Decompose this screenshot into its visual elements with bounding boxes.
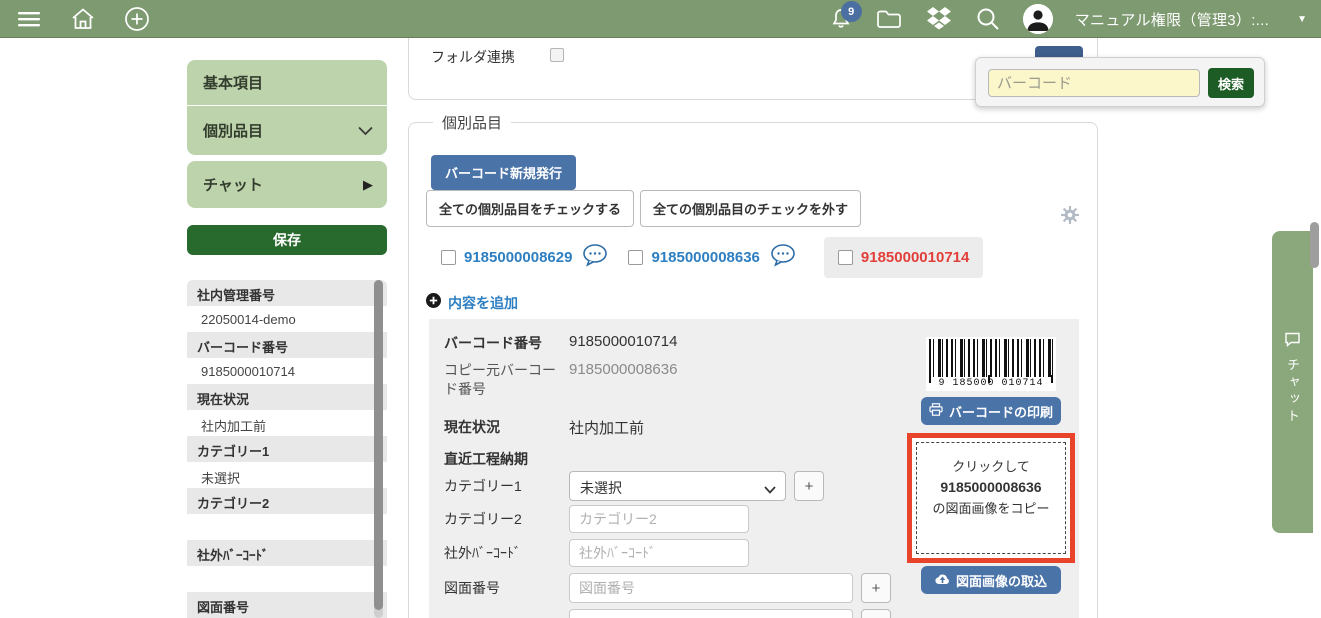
top-bar: 9 マニュアル権限（管理3）:... ▼ — [0, 0, 1321, 38]
item-checkbox[interactable] — [838, 250, 853, 265]
status-value: 社内加工前 — [569, 417, 644, 438]
drawing-number-2-input[interactable] — [569, 609, 853, 618]
add-icon[interactable] — [124, 6, 150, 32]
field-label: バーコード番号 — [187, 332, 387, 358]
copy-drawing-image-text: クリックして 9185000008636 の図面画像をコピー — [916, 442, 1066, 554]
category1-label: カテゴリー1 — [444, 476, 569, 496]
section-legend: 個別品目 — [433, 112, 511, 133]
menu-icon[interactable] — [16, 9, 42, 29]
barcode-search-popup: 検索 — [975, 57, 1265, 107]
search-icon[interactable] — [975, 6, 1001, 32]
comment-icon[interactable] — [582, 243, 608, 272]
field-label: 現在状況 — [187, 384, 387, 410]
field-value: 22050014-demo — [187, 306, 387, 332]
gear-icon[interactable] — [1061, 206, 1079, 229]
sidebar-item-basic[interactable]: 基本項目 — [187, 60, 387, 105]
uncheck-all-button[interactable]: 全ての個別品目のチェックを外す — [640, 190, 861, 227]
drawing-number-add-button[interactable]: + — [861, 573, 891, 603]
sidebar-chat-group: チャット ▶ — [187, 161, 387, 208]
item-tab: 9185000008629 — [441, 243, 608, 272]
folder-link-label: フォルダ連携 — [431, 47, 515, 67]
search-button[interactable]: 検索 — [1208, 68, 1254, 98]
item-tabs: 9185000008629 9185000008636 — [441, 235, 983, 279]
account-label[interactable]: マニュアル権限（管理3）:... — [1075, 9, 1269, 30]
barcode-search-input[interactable] — [988, 69, 1200, 97]
sidebar-field-list: 社内管理番号 22050014-demo バーコード番号 91850000107… — [187, 280, 387, 618]
item-number-link[interactable]: 9185000008629 — [464, 249, 572, 266]
chevron-down-icon — [358, 122, 373, 139]
chat-bubble-icon — [1284, 331, 1301, 352]
copy-drawing-image-dropzone[interactable]: クリックして 9185000008636 の図面画像をコピー — [907, 433, 1075, 563]
add-content-link[interactable]: 内容を追加 — [426, 293, 518, 313]
barcode-image: 9 185000 010714 — [926, 337, 1056, 391]
field-label: 社内管理番号 — [187, 280, 387, 306]
category2-label: カテゴリー2 — [444, 509, 569, 529]
printer-icon — [929, 403, 943, 419]
check-all-button[interactable]: 全ての個別品目をチェックする — [426, 190, 634, 227]
external-barcode-input[interactable] — [569, 539, 749, 567]
sidebar-scrollbar-thumb[interactable] — [374, 280, 383, 610]
copy-source-label: コピー元バーコード番号 — [444, 361, 569, 399]
field-label: 社外ﾊﾞｰｺｰﾄﾞ — [187, 540, 387, 566]
comment-icon[interactable] — [770, 243, 796, 272]
barcode-bars — [929, 339, 1053, 377]
avatar[interactable] — [1023, 4, 1053, 34]
field-value — [187, 514, 387, 540]
caret-down-icon[interactable]: ▼ — [1291, 14, 1307, 25]
chat-tab-label: チャット — [1283, 358, 1302, 426]
category2-input[interactable] — [569, 505, 749, 533]
sidebar-item-individual[interactable]: 個別品目 — [187, 105, 387, 155]
copy-source-value: 9185000008636 — [569, 361, 677, 399]
field-value: 社内加工前 — [187, 410, 387, 436]
import-drawing-image-button[interactable]: 図面画像の取込 — [921, 566, 1061, 594]
chat-side-tab[interactable]: チャット — [1272, 231, 1313, 533]
item-checkbox[interactable] — [441, 250, 456, 265]
field-label: カテゴリー2 — [187, 488, 387, 514]
home-icon[interactable] — [70, 7, 96, 31]
chevron-down-icon — [764, 481, 776, 497]
folder-icon[interactable] — [875, 7, 903, 31]
category1-add-button[interactable]: + — [794, 471, 824, 501]
field-value — [187, 566, 387, 592]
item-tab-active: 9185000010714 — [824, 237, 983, 278]
drawing-number-input[interactable] — [569, 573, 853, 603]
notification-badge: 9 — [841, 1, 862, 22]
individual-items-card: 個別品目 バーコード新規発行 全ての個別品目をチェックする 全ての個別品目のチェ… — [408, 122, 1098, 618]
barcode-caption: 9 185000 010714 — [926, 378, 1056, 389]
sidebar-nav-group: 基本項目 個別品目 — [187, 60, 387, 155]
external-barcode-label: 社外ﾊﾞｰｺｰﾄﾞ — [444, 543, 569, 563]
status-label: 現在状況 — [444, 417, 569, 438]
print-barcode-button[interactable]: バーコードの印刷 — [921, 397, 1061, 425]
item-number-link[interactable]: 9185000008636 — [651, 249, 759, 266]
upload-icon — [935, 573, 950, 588]
item-detail-panel: バーコード番号 9185000010714 コピー元バーコード番号 918500… — [429, 319, 1079, 618]
notifications-icon[interactable]: 9 — [829, 7, 853, 31]
add-circle-icon — [426, 293, 441, 313]
barcode-number-label: バーコード番号 — [444, 333, 569, 353]
sidebar-item-label: 個別品目 — [203, 123, 263, 140]
play-icon: ▶ — [363, 177, 373, 193]
sidebar-scrollbar[interactable] — [374, 280, 383, 618]
field-label: カテゴリー1 — [187, 436, 387, 462]
item-tab: 9185000008636 — [628, 243, 795, 272]
sidebar-item-label: 基本項目 — [203, 75, 263, 92]
drawing-number-2-add-button[interactable]: + — [861, 609, 891, 618]
due-date-label: 直近工程納期 — [444, 449, 569, 469]
page-scrollbar-thumb[interactable] — [1310, 222, 1319, 268]
category1-select[interactable]: 未選択 — [569, 471, 786, 501]
field-value: 未選択 — [187, 462, 387, 488]
new-barcode-button[interactable]: バーコード新規発行 — [431, 155, 576, 190]
dropbox-icon[interactable] — [925, 6, 953, 32]
sidebar-item-label: チャット — [203, 177, 263, 194]
folder-link-checkbox[interactable] — [550, 48, 564, 62]
app-window: 9 マニュアル権限（管理3）:... ▼ 基本項目 個別品目 — [0, 0, 1321, 618]
barcode-number-value: 9185000010714 — [569, 333, 677, 353]
drawing-number-label: 図面番号 — [444, 578, 569, 598]
field-value: 9185000010714 — [187, 358, 387, 384]
field-label: 図面番号 — [187, 592, 387, 618]
save-button[interactable]: 保存 — [187, 225, 387, 255]
item-number-current[interactable]: 9185000010714 — [861, 249, 969, 266]
sidebar-item-chat[interactable]: チャット ▶ — [187, 161, 387, 208]
item-checkbox[interactable] — [628, 250, 643, 265]
